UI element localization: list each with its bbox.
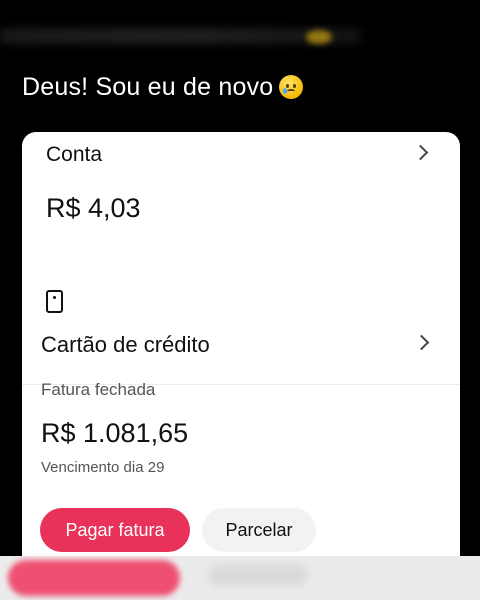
invoice-status: Fatura fechada [41,380,156,399]
video-caption: Deus! Sou eu de novo [22,70,304,104]
blurred-installments-reflection [208,564,308,586]
account-title: Conta [46,143,103,166]
invoice-amount: R$ 1.081,65 [41,418,189,448]
blurred-pay-button-reflection [8,560,180,596]
account-chevron-right-icon[interactable] [412,144,429,161]
credit-card-chevron-right-icon[interactable] [413,334,430,351]
banking-card: Conta R$ 4,03 Cartão de crédito Fatura f… [22,132,460,556]
caption-text: Deus! Sou eu de novo [22,72,274,101]
due-date: Vencimento dia 29 [41,459,165,476]
blurred-emoji [306,30,332,44]
installments-button[interactable]: Parcelar [202,508,316,552]
pay-invoice-button[interactable]: Pagar fatura [40,508,190,552]
account-balance: R$ 4,03 [46,193,141,223]
card-icon [46,290,63,313]
credit-card-title: Cartão de crédito [41,332,210,357]
crying-face-icon [279,75,304,99]
